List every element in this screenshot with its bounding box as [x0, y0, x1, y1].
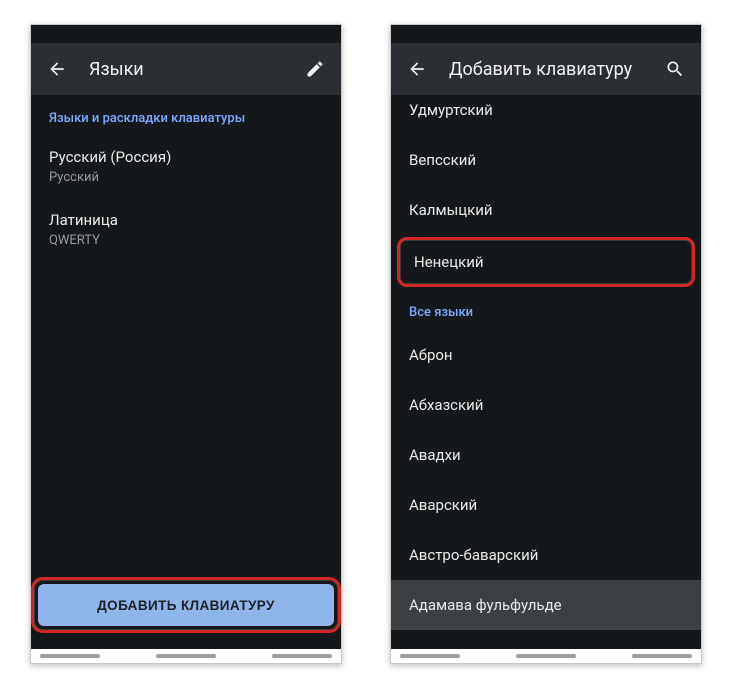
status-bar	[31, 25, 341, 43]
app-bar: Языки	[31, 43, 341, 95]
language-option[interactable]: Вепсский	[391, 135, 701, 185]
language-option[interactable]: Австро-баварский	[391, 530, 701, 580]
app-bar-title: Языки	[89, 59, 283, 80]
language-item[interactable]: Русский (Россия) Русский	[31, 136, 341, 199]
nav-pill	[40, 654, 100, 658]
phone-add-keyboard-screen: Добавить клавиатуру Удмуртский Вепсский …	[390, 24, 702, 664]
back-icon[interactable]	[41, 53, 73, 85]
nav-pill	[400, 654, 460, 658]
language-item[interactable]: Латиница QWERTY	[31, 199, 341, 262]
phone-languages-screen: Языки Языки и раскладки клавиатуры Русск…	[30, 24, 342, 664]
section-header-all-languages: Все языки	[391, 289, 701, 330]
language-primary: Латиница	[49, 211, 323, 229]
language-option[interactable]: Абхазский	[391, 380, 701, 430]
search-icon[interactable]	[659, 53, 691, 85]
language-option[interactable]: Аброн	[391, 330, 701, 380]
language-secondary: Русский	[49, 170, 323, 185]
language-option-pressed[interactable]: Адамава фульфульде	[391, 580, 701, 630]
language-secondary: QWERTY	[49, 233, 323, 248]
back-icon[interactable]	[401, 53, 433, 85]
language-option-highlighted[interactable]: Ненецкий	[397, 237, 695, 287]
content-area: Удмуртский Вепсский Калмыцкий Ненецкий В…	[391, 95, 701, 649]
add-keyboard-highlight: ДОБАВИТЬ КЛАВИАТУРУ	[31, 577, 341, 633]
content-area: Языки и раскладки клавиатуры Русский (Ро…	[31, 95, 341, 649]
nav-pill	[632, 654, 692, 658]
language-option[interactable]: Калмыцкий	[391, 185, 701, 235]
nav-pill	[516, 654, 576, 658]
language-option[interactable]: Авадхи	[391, 430, 701, 480]
edit-icon[interactable]	[299, 53, 331, 85]
add-keyboard-button[interactable]: ДОБАВИТЬ КЛАВИАТУРУ	[38, 584, 334, 626]
language-primary: Русский (Россия)	[49, 148, 323, 166]
status-bar	[391, 25, 701, 43]
app-bar: Добавить клавиатуру	[391, 43, 701, 95]
nav-pill	[156, 654, 216, 658]
section-header-layouts: Языки и раскладки клавиатуры	[31, 95, 341, 136]
language-option[interactable]: Аварский	[391, 480, 701, 530]
nav-pill	[272, 654, 332, 658]
app-bar-title: Добавить клавиатуру	[449, 59, 643, 80]
language-option[interactable]: Удмуртский	[391, 95, 701, 135]
nav-bar	[31, 649, 341, 663]
nav-bar	[391, 649, 701, 663]
